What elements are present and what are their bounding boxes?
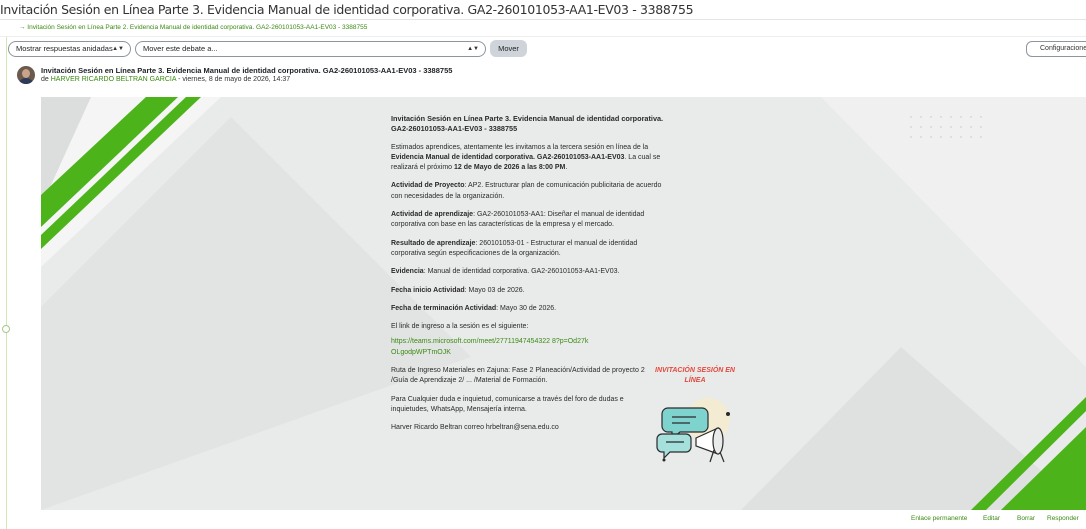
divider — [0, 36, 1086, 37]
meeting-link-wrap: https://teams.microsoft.com/meet/2771194… — [391, 337, 591, 358]
post-meta: de HARVER RICARDO BELTRAN GARCIA - viern… — [41, 76, 290, 83]
parent-discussion-link[interactable]: → Invitación Sesión en Línea Parte 2. Ev… — [19, 24, 367, 31]
invitation-content: Invitación Sesión en Línea Parte 3. Evid… — [391, 114, 671, 442]
caret-down-icon: ▲▼ — [112, 46, 124, 52]
settings-dropdown[interactable]: Configuraciones — [1026, 41, 1086, 57]
project-activity: Actividad de Proyecto: AP2. Estructurar … — [391, 182, 662, 200]
end-date: Fecha de terminación Actividad: Mayo 30 … — [391, 304, 557, 312]
by-label: de — [41, 76, 49, 83]
thread-node — [2, 325, 10, 333]
permalink-link[interactable]: Enlace permanente — [911, 515, 967, 522]
edit-link[interactable]: Editar — [983, 515, 1000, 522]
thread-rule — [6, 37, 7, 529]
chat-megaphone-illustration — [656, 398, 730, 463]
start-date: Fecha inicio Actividad: Mayo 03 de 2026. — [391, 286, 525, 294]
reply-link[interactable]: Responder — [1047, 515, 1079, 522]
post-subject: Invitación Sesión en Línea Parte 3. Evid… — [41, 66, 453, 75]
display-mode-value: Mostrar respuestas anidadas — [16, 44, 113, 53]
banner-title: Invitación Sesión en Línea Parte 3. Evid… — [391, 114, 664, 134]
caret-down-icon: ▲▼ — [467, 46, 479, 52]
divider — [0, 19, 1086, 20]
page-title: Invitación Sesión en Línea Parte 3. Evid… — [0, 2, 694, 17]
display-mode-select[interactable]: Mostrar respuestas anidadas ▲▼ — [8, 41, 131, 57]
link-intro: El link de ingreso a la sesión es el sig… — [391, 323, 529, 331]
invitation-label: INVITACIÓN SESIÓN EN LÍNEA — [655, 367, 735, 384]
meeting-link[interactable]: https://teams.microsoft.com/meet/2771194… — [391, 338, 588, 355]
learning-activity: Actividad de aprendizaje: GA2-260101053-… — [391, 211, 645, 229]
move-discussion-value: Mover este debate a... — [143, 44, 218, 53]
author-link[interactable]: HARVER RICARDO BELTRAN GARCIA — [51, 76, 176, 83]
contact-text: Harver Ricardo Beltran correo hrbeltran@… — [391, 424, 559, 432]
avatar[interactable] — [17, 66, 35, 84]
intro-text: Estimados aprendices, atentamente les in… — [391, 143, 661, 172]
move-button[interactable]: Mover — [490, 40, 527, 57]
evidence: Evidencia: Manual de identidad corporati… — [391, 268, 620, 276]
doubts-text: Para Cualquier duda e inquietud, comunic… — [391, 395, 624, 413]
route-text: Ruta de Ingreso Materiales en Zajuna: Fa… — [391, 367, 645, 385]
move-discussion-select[interactable]: Mover este debate a... ▲▼ — [135, 41, 486, 57]
post-date: - viernes, 8 de mayo de 2026, 14:37 — [176, 76, 291, 83]
learning-result: Resultado de aprendizaje: 260101053-01 -… — [391, 239, 638, 257]
delete-link[interactable]: Borrar — [1017, 515, 1035, 522]
invitation-banner: Invitación Sesión en Línea Parte 3. Evid… — [41, 97, 1086, 510]
